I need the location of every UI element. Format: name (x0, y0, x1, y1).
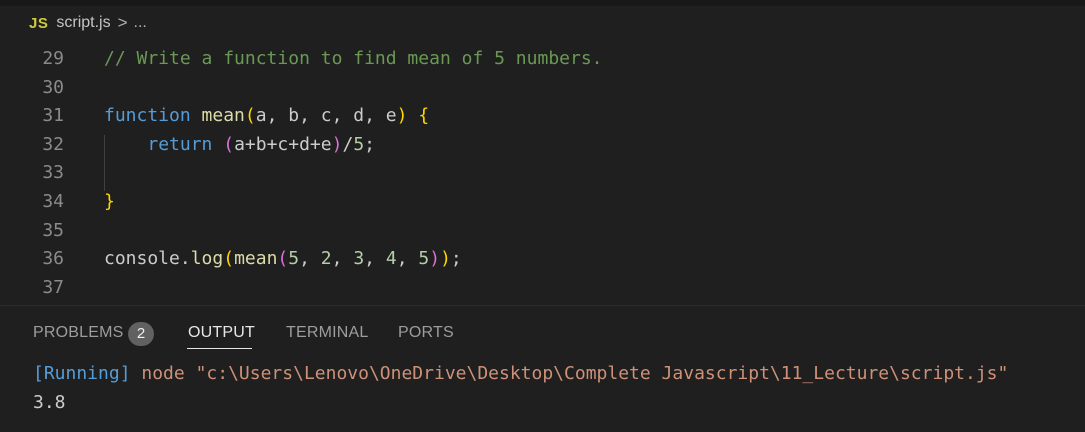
code-token: a, b, c, d, e (255, 105, 397, 127)
code-token: a+b+c+d+e (234, 133, 332, 155)
line-code: function mean(a, b, c, d, e) { (104, 102, 429, 130)
code-line[interactable]: 33 (0, 159, 1085, 187)
code-token: mean (201, 105, 245, 127)
code-token: 2 (320, 248, 332, 270)
code-token: 5 (353, 133, 365, 155)
tab-output[interactable]: OUTPUT (188, 324, 255, 342)
line-number: 34 (42, 191, 64, 212)
code-token: . (179, 248, 191, 270)
line-number: 29 (42, 48, 64, 69)
code-line[interactable]: 30 (0, 74, 1085, 102)
output-result: 3.8 (33, 392, 66, 413)
run-command: node "c:\Users\Lenovo\OneDrive\Desktop\C… (130, 363, 1009, 384)
code-token: 5 (418, 248, 430, 270)
code-token: 4 (385, 248, 397, 270)
code-line[interactable]: 35 (0, 217, 1085, 245)
breadcrumb-file-name[interactable]: script.js (56, 14, 110, 32)
code-token: } (104, 191, 115, 212)
code-token: mean (234, 248, 278, 270)
tab-terminal[interactable]: TERMINAL (286, 324, 369, 342)
panel-tabs: PROBLEMS 2 OUTPUT TERMINAL PORTS (0, 314, 1085, 354)
bottom-panel: PROBLEMS 2 OUTPUT TERMINAL PORTS [Runnin… (0, 306, 1085, 432)
line-number: 30 (42, 76, 64, 98)
breadcrumb: JS script.js > ... (0, 6, 1085, 40)
code-token: 5 (288, 248, 300, 270)
tab-problems[interactable]: PROBLEMS (33, 324, 124, 342)
code-line[interactable]: 31 function mean(a, b, c, d, e) { (0, 102, 1085, 130)
code-token: ( (223, 133, 235, 155)
breadcrumb-more[interactable]: ... (134, 14, 147, 32)
code-token: ( (277, 248, 289, 270)
code-token: ) (331, 133, 343, 155)
code-token: return (147, 133, 213, 155)
running-tag: [Running] (33, 363, 131, 384)
line-number: 35 (42, 219, 64, 241)
code-line[interactable]: 34} (0, 188, 1085, 216)
code-token: , (331, 248, 354, 270)
code-token: ( (223, 248, 235, 270)
code-editor[interactable]: 29 // Write a function to find mean of 5 … (0, 45, 1085, 303)
problems-count-badge: 2 (128, 322, 154, 346)
code-token: ) (396, 105, 408, 127)
code-token: { (418, 105, 430, 127)
code-token: ) (429, 248, 441, 270)
js-file-icon: JS (29, 14, 49, 32)
code-token: console (104, 248, 180, 270)
line-number: 32 (42, 133, 64, 155)
code-token: / (342, 133, 354, 155)
code-token: , (396, 248, 419, 270)
line-number: 37 (42, 276, 64, 298)
code-token: ; (364, 133, 375, 155)
line-number: 33 (42, 162, 64, 184)
active-tab-underline (187, 348, 252, 349)
chevron-right-icon: > (117, 13, 128, 32)
code-token: , (299, 248, 321, 270)
code-token: // Write a function to find mean of 5 nu… (104, 48, 603, 69)
code-token: ) (440, 248, 451, 270)
code-token: 3 (353, 248, 365, 270)
line-code: console.log(mean(5, 2, 3, 4, 5)); (104, 245, 462, 273)
line-code: } (104, 188, 115, 216)
line-number: 31 (42, 105, 64, 127)
tab-ports[interactable]: PORTS (398, 324, 454, 342)
line-code: // Write a function to find mean of 5 nu… (104, 45, 603, 73)
code-token: ( (244, 105, 256, 127)
code-token: ; (450, 248, 462, 270)
code-token: function (104, 105, 191, 127)
code-line[interactable]: 36 console.log(mean(5, 2, 3, 4, 5)); (0, 245, 1085, 273)
code-token: , (364, 248, 386, 270)
line-code: return (a+b+c+d+e)/5; (104, 131, 375, 159)
output-line-running: [Running] node "c:\Users\Lenovo\OneDrive… (33, 361, 1008, 387)
code-line[interactable]: 37 (0, 274, 1085, 302)
code-token: log (190, 248, 224, 270)
code-line[interactable]: 32 return (a+b+c+d+e)/5; (0, 131, 1085, 159)
code-line[interactable]: 29 // Write a function to find mean of 5 … (0, 45, 1085, 73)
line-number: 36 (42, 248, 64, 270)
